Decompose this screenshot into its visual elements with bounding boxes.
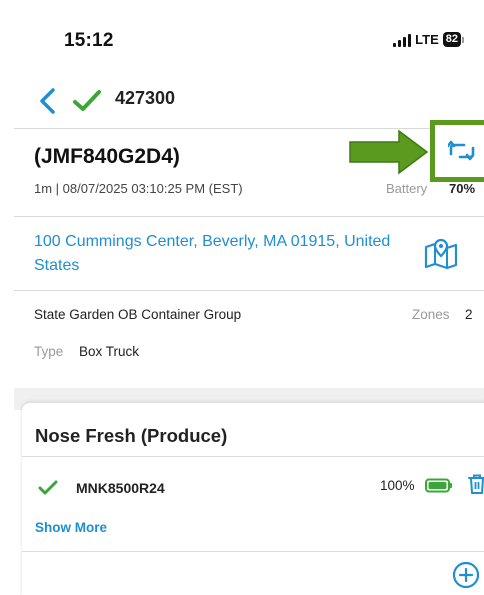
page-title: 427300	[115, 88, 176, 108]
nav-header: 427300	[14, 80, 484, 122]
zones-label: Zones	[412, 307, 450, 322]
battery-label: Battery	[386, 181, 428, 196]
check-icon	[73, 90, 101, 111]
signal-icon	[393, 33, 412, 47]
tracker-battery-pct: 100%	[380, 478, 415, 493]
status-indicators: LTE 82	[393, 32, 464, 47]
type-value: Box Truck	[79, 344, 140, 359]
card-title: Nose Fresh (Produce)	[35, 425, 228, 446]
app-screen: 15:12 LTE 82 427300 (JMF840G2D4) 1m | 08…	[14, 8, 484, 595]
annotation-highlight-box	[430, 120, 484, 182]
divider	[14, 216, 484, 217]
status-time: 15:12	[64, 30, 114, 51]
show-more-link[interactable]: Show More	[35, 520, 107, 535]
divider	[14, 290, 484, 291]
network-label: LTE	[415, 32, 439, 47]
divider	[22, 456, 484, 457]
battery-full-icon	[425, 478, 452, 493]
container-card: Nose Fresh (Produce) MNK8500R24 100% Sho…	[22, 403, 484, 595]
chevron-left-icon[interactable]	[36, 86, 60, 116]
annotation-arrow-icon	[349, 129, 429, 175]
address-link[interactable]: 100 Cummings Center, Beverly, MA 01915, …	[34, 230, 394, 278]
check-icon	[38, 480, 58, 495]
add-circle-icon[interactable]	[452, 561, 480, 589]
divider	[22, 551, 484, 552]
group-name: State Garden OB Container Group	[34, 307, 242, 322]
battery-value: 70%	[449, 181, 476, 196]
tracker-id: MNK8500R24	[76, 480, 165, 496]
device-timestamp: 1m | 08/07/2025 03:10:25 PM (EST)	[34, 181, 243, 196]
type-label: Type	[34, 344, 64, 359]
trash-icon[interactable]	[467, 473, 484, 495]
status-bar: 15:12 LTE 82	[14, 8, 484, 66]
sync-icon[interactable]	[448, 139, 476, 163]
device-title: (JMF840G2D4)	[34, 145, 180, 168]
phone-battery-icon: 82	[442, 32, 464, 47]
zones-value: 2	[465, 307, 473, 322]
phone-battery-level: 82	[442, 32, 461, 47]
map-pin-icon[interactable]	[424, 238, 458, 270]
